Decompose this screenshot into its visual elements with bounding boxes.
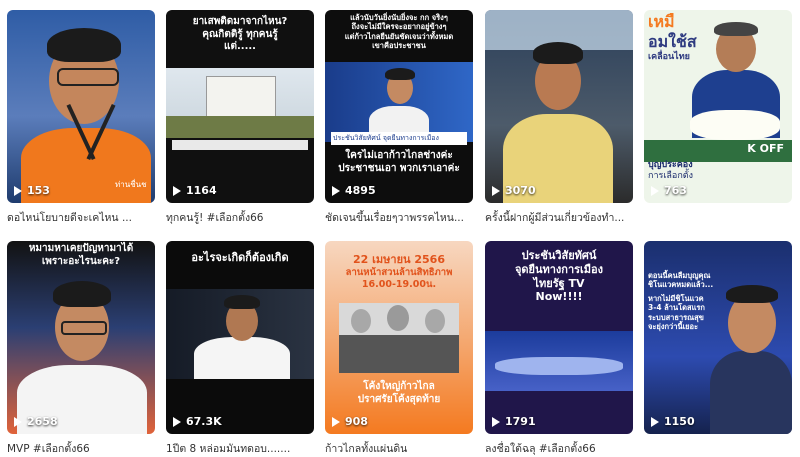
play-icon: [173, 185, 181, 196]
overlay-text: แล้วนับวันยิ่งนับยิ่งจะ กก จริงๆ ถึงจะไม…: [344, 13, 454, 51]
banner-text: K OFF: [743, 140, 788, 157]
overlay-text: ประชันวิสัยทัศน์ จุดยืนทางการเมือง ไทยรั…: [514, 249, 604, 304]
thumbnail-scene: หมามหาเคยปัญหามาได้ เพราะอะไรนะคะ?: [7, 241, 155, 434]
play-icon: [173, 416, 181, 427]
thumbnail-scene: เหมื อมใช้ส เคลื่อนไทย K OFF บุญประคอง ก…: [644, 10, 792, 203]
overlay-text: ยาเสพติดมาจากไหน? คุณกิตติรู้ ทุกคนรู้ แ…: [192, 16, 288, 52]
thumbnail-scene: ประชันวิสัยทัศน์ จุดยืนทางการเมือง ไทยรั…: [485, 241, 633, 434]
play-icon: [492, 416, 500, 427]
video-card[interactable]: เหมื อมใช้ส เคลื่อนไทย K OFF บุญประคอง ก…: [644, 10, 792, 209]
thumbnail-scene: แล้วนับวันยิ่งนับยิ่งจะ กก จริงๆ ถึงจะไม…: [325, 10, 473, 203]
overlay-bottom-text: โค้งใหญ่ก้าวไกล ปราศรัยโค้งสุดท้าย: [357, 381, 441, 405]
video-card[interactable]: ประชันวิสัยทัศน์ จุดยืนทางการเมือง ไทยรั…: [485, 241, 633, 457]
flowers: [690, 110, 780, 140]
video-thumbnail[interactable]: เหมื อมใช้ส เคลื่อนไทย K OFF บุญประคอง ก…: [644, 10, 792, 203]
play-icon: [492, 185, 500, 196]
view-count: 908: [332, 415, 368, 428]
video-caption[interactable]: ดอไหน่โยบายดีจะเคไหน ...: [7, 209, 155, 226]
group-photo: [339, 303, 459, 373]
video-thumbnail[interactable]: แล้วนับวันยิ่งนับยิ่งจะ กก จริงๆ ถึงจะไม…: [325, 10, 473, 203]
video-card[interactable]: 3070 ครั้งนี้ฝากผู้มีส่วนเกี่ยวข้องทำ...: [485, 10, 633, 226]
video-caption[interactable]: ครั้งนี้ฝากผู้มีส่วนเกี่ยวข้องทำ...: [485, 209, 633, 226]
video-card[interactable]: 22 เมษายน 2566 ลานหน้าสวนล้านสิทธิภาพ 16…: [325, 241, 473, 457]
speaker-figure: [21, 28, 151, 203]
video-card[interactable]: ท่านชื่นช 153 ดอไหน่โยบายดีจะเคไหน ...: [7, 10, 155, 226]
view-count: 3070: [492, 184, 536, 197]
play-icon: [14, 416, 22, 427]
video-thumbnail[interactable]: ประชันวิสัยทัศน์ จุดยืนทางการเมือง ไทยรั…: [485, 241, 633, 434]
overlay-text: 22 เมษายน 2566 ลานหน้าสวนล้านสิทธิภาพ 16…: [345, 253, 453, 290]
studio-image: [166, 289, 314, 379]
speaker-figure: [710, 285, 792, 434]
name-tag: ท่านชื่นช: [115, 180, 147, 189]
speaker-figure: [17, 279, 147, 434]
video-thumbnail[interactable]: 3070: [485, 10, 633, 203]
thumbnail-scene: [485, 10, 633, 203]
video-grid: ท่านชื่นช 153 ดอไหน่โยบายดีจะเคไหน ... ย…: [0, 0, 800, 455]
stage-image: [485, 331, 633, 391]
overlay-bottom-text: ใครไม่เอาก้าวไกลช่างค่ะ ประชาชนเอา พวกเร…: [338, 150, 460, 174]
speaker-figure: [503, 40, 613, 203]
video-caption[interactable]: 1ปีต 8 หล่อมมันทดอบ.......: [166, 440, 314, 457]
video-card[interactable]: ยาเสพติดมาจากไหน? คุณกิตติรู้ ทุกคนรู้ แ…: [166, 10, 314, 226]
view-count: 1791: [492, 415, 536, 428]
play-icon: [14, 185, 22, 196]
view-count: 1150: [651, 415, 695, 428]
play-icon: [651, 185, 659, 196]
thumbnail-scene: ตอนนี้คนลืมบุญคุณ ชิโนแวคหมดแล้ว... หากไ…: [644, 241, 792, 434]
overlay-bottom-text: บุญประคอง การเลือกตั้ง: [648, 160, 694, 182]
thumbnail-scene: อะไรจะเกิดก็ต้องเกิด: [166, 241, 314, 434]
video-thumbnail[interactable]: 22 เมษายน 2566 ลานหน้าสวนล้านสิทธิภาพ 16…: [325, 241, 473, 434]
play-icon: [332, 185, 340, 196]
thumbnail-scene: ยาเสพติดมาจากไหน? คุณกิตติรู้ ทุกคนรู้ แ…: [166, 10, 314, 203]
video-caption[interactable]: ชัดเจนขึ้นเรื่อยๆวาพรรคไหน...: [325, 209, 473, 226]
video-card[interactable]: หมามหาเคยปัญหามาได้ เพราะอะไรนะคะ? 2658 …: [7, 241, 155, 457]
overlay-text: อะไรจะเกิดก็ต้องเกิด: [191, 251, 289, 264]
video-card[interactable]: อะไรจะเกิดก็ต้องเกิด 67.3K 1ปีต 8 หล่อมม…: [166, 241, 314, 457]
overlay-text: หมามหาเคยปัญหามาได้ เพราะอะไรนะคะ?: [28, 243, 134, 267]
view-count: 4895: [332, 184, 376, 197]
building-image: [166, 68, 314, 138]
video-card[interactable]: แล้วนับวันยิ่งนับยิ่งจะ กก จริงๆ ถึงจะไม…: [325, 10, 473, 226]
video-caption[interactable]: ก้าวไกลทั้งแผ่นดิน: [325, 440, 473, 457]
studio-image: [325, 62, 473, 142]
video-thumbnail[interactable]: ท่านชื่นช 153: [7, 10, 155, 203]
video-thumbnail[interactable]: หมามหาเคยปัญหามาได้ เพราะอะไรนะคะ? 2658: [7, 241, 155, 434]
view-count: 763: [651, 184, 687, 197]
video-caption[interactable]: ทุกคนรู้! #เลือกตั้ง66: [166, 209, 314, 226]
video-thumbnail[interactable]: ตอนนี้คนลืมบุญคุณ ชิโนแวคหมดแล้ว... หากไ…: [644, 241, 792, 434]
thumbnail-scene: 22 เมษายน 2566 ลานหน้าสวนล้านสิทธิภาพ 16…: [325, 241, 473, 434]
info-tag: ประชันวิสัยทัศน์ จุดยืนทางการเมือง: [331, 132, 467, 145]
view-count: 153: [14, 184, 50, 197]
view-count: 1164: [173, 184, 217, 197]
video-card[interactable]: ตอนนี้คนลืมบุญคุณ ชิโนแวคหมดแล้ว... หากไ…: [644, 241, 792, 440]
play-icon: [332, 416, 340, 427]
video-caption[interactable]: ลงชื่อใต้ฉลุ #เลือกตั้ง66: [485, 440, 633, 457]
video-thumbnail[interactable]: อะไรจะเกิดก็ต้องเกิด 67.3K: [166, 241, 314, 434]
play-icon: [651, 416, 659, 427]
video-caption[interactable]: MVP #เลือกตั้ง66: [7, 440, 155, 457]
video-thumbnail[interactable]: ยาเสพติดมาจากไหน? คุณกิตติรู้ ทุกคนรู้ แ…: [166, 10, 314, 203]
thumbnail-scene: ท่านชื่นช: [7, 10, 155, 203]
view-count: 67.3K: [173, 415, 222, 428]
view-count: 2658: [14, 415, 58, 428]
